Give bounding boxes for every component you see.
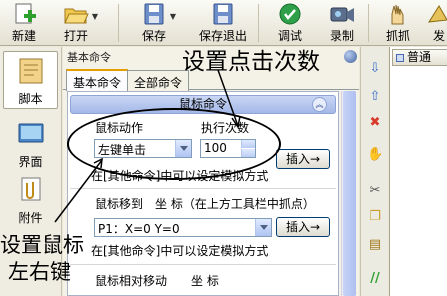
nav-item-script[interactable]: 脚本 [3, 51, 58, 109]
main-toolbar: 新建 打开 ▼ 保存 ▼ 保存退出 调试 录制 抓抓 发 [0, 0, 447, 46]
window-icon [396, 54, 404, 62]
insert-move-button[interactable]: 插入→ [276, 217, 330, 237]
comment-icon[interactable]: // [367, 271, 383, 287]
divider [70, 264, 336, 265]
coord-select[interactable]: P1：X=0 Y=0 [94, 218, 272, 237]
panel-scrollbar[interactable] [341, 91, 356, 296]
hand-icon[interactable]: ✋ [367, 147, 383, 163]
script-icon [19, 58, 42, 84]
new-button[interactable]: 新建 [4, 0, 44, 46]
tab-all-commands[interactable]: 全部命令 [127, 70, 190, 91]
new-file-icon [15, 3, 36, 24]
grab-icon [391, 4, 404, 25]
open-folder-icon [64, 8, 89, 24]
save-exit-button[interactable]: 保存退出 [196, 0, 250, 46]
hint-text-2: 在[其他命令]中可以设定模拟方式 [91, 244, 269, 258]
nav-item-attachment[interactable]: 附件 [3, 171, 58, 229]
tool-column: ⇩ ⇧ ✖ ✋ ✂ ❐ ▤ // [360, 47, 388, 296]
annotation-mouse-button-1: 设置鼠标 [0, 233, 84, 257]
insert-mouse-action-button[interactable]: 插入→ [276, 149, 330, 169]
grab-button[interactable]: 抓抓 [378, 0, 418, 46]
collapse-icon[interactable]: ︽ [312, 97, 327, 112]
annotation-click-count: 设置点击次数 [182, 49, 320, 75]
relative-move-label: 鼠标相对移动 坐 标 [95, 274, 219, 288]
tab-basic-commands[interactable]: 基本命令 [66, 69, 129, 91]
save-dropdown-icon[interactable]: ▼ [170, 12, 176, 21]
publish-icon [428, 5, 447, 23]
record-button[interactable]: 录制 [322, 0, 362, 46]
open-dropdown-icon[interactable]: ▼ [92, 12, 98, 21]
normal-tab-label: 普通 [407, 50, 432, 64]
chevron-down-icon[interactable] [255, 219, 271, 236]
save-exit-icon [213, 3, 233, 25]
copy-icon[interactable]: ❐ [367, 209, 383, 225]
save-icon [144, 3, 164, 25]
cut-icon[interactable]: ✂ [367, 183, 383, 199]
nav-item-interface[interactable]: 界面 [3, 115, 58, 173]
interface-icon [18, 123, 43, 143]
attachment-icon [21, 177, 40, 201]
move-label: 鼠标移到 坐 标（在上方工具栏中抓点） [95, 197, 315, 211]
debug-button[interactable]: 调试 [270, 0, 310, 46]
delete-icon[interactable]: ✖ [367, 115, 383, 131]
tab-normal[interactable]: 普通 [392, 49, 447, 66]
right-pane: 普通 [389, 47, 447, 296]
panel-title: 基本命令 [67, 51, 111, 64]
move-up-icon[interactable]: ⇧ [367, 89, 383, 105]
paste-icon[interactable]: ▤ [367, 237, 383, 253]
record-icon [330, 7, 354, 22]
open-button[interactable]: 打开 ▼ [56, 0, 98, 46]
annotation-mouse-button-2: 左右键 [8, 260, 71, 284]
highlight-ellipse [67, 108, 281, 180]
save-button[interactable]: 保存 ▼ [134, 0, 176, 46]
move-down-icon[interactable]: ⇩ [367, 61, 383, 77]
divider [70, 188, 336, 189]
debug-icon [279, 3, 301, 25]
publish-button[interactable]: 发 [424, 0, 447, 46]
coord-value: P1：X=0 Y=0 [98, 222, 180, 236]
pin-icon[interactable] [344, 50, 357, 63]
scrollbar-thumb[interactable] [343, 91, 356, 296]
